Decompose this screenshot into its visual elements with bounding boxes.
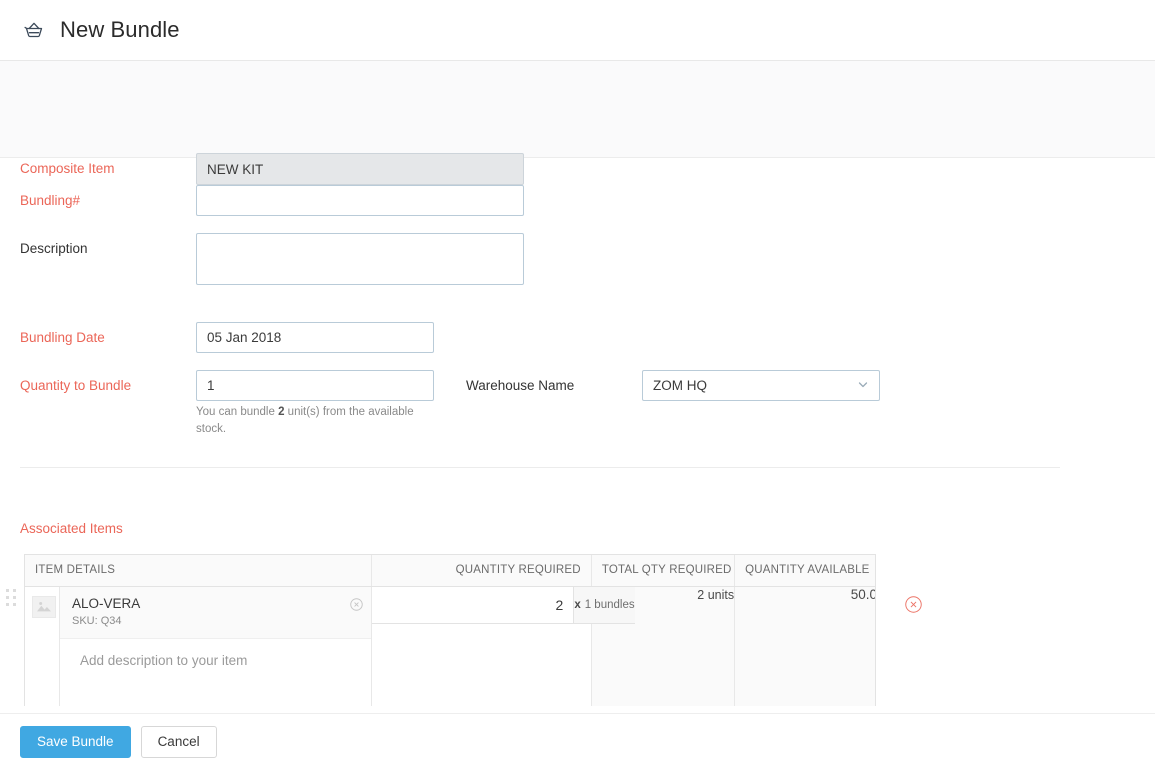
warehouse-name-value: ZOM HQ <box>653 378 707 393</box>
quantity-to-bundle-label: Quantity to Bundle <box>20 378 131 393</box>
associated-items-table-wrapper: ITEM DETAILS QUANTITY REQUIRED TOTAL QTY… <box>24 554 876 706</box>
item-description-input[interactable]: Add description to your item <box>60 639 371 668</box>
column-header-item-details: ITEM DETAILS <box>25 555 372 586</box>
item-details-cell: ALO-VERA SKU: Q34 Add description to you… <box>25 586 372 706</box>
composite-item-input[interactable]: NEW KIT <box>196 153 524 185</box>
bundling-date-input[interactable] <box>196 322 434 353</box>
image-placeholder-icon <box>32 596 56 618</box>
new-bundle-page: New Bundle Composite Item NEW KIT Bundli… <box>0 0 1155 769</box>
section-divider <box>20 467 1060 468</box>
multiply-symbol: x <box>574 599 580 611</box>
warehouse-name-label: Warehouse Name <box>466 378 574 393</box>
quantity-required-row: x 1 bundles <box>372 587 591 624</box>
column-header-quantity-required: QUANTITY REQUIRED <box>372 555 592 586</box>
associated-items-table: ITEM DETAILS QUANTITY REQUIRED TOTAL QTY… <box>25 555 876 706</box>
item-sku: SKU: Q34 <box>72 615 343 627</box>
table-header-row: ITEM DETAILS QUANTITY REQUIRED TOTAL QTY… <box>25 555 876 586</box>
quantity-available-value: 50.0 <box>851 587 876 602</box>
quantity-to-bundle-input[interactable] <box>196 370 434 401</box>
drag-handle-icon[interactable] <box>6 589 17 615</box>
column-header-total-qty-required: TOTAL QTY REQUIRED <box>591 555 734 586</box>
clear-circle-icon[interactable] <box>350 598 363 616</box>
total-qty-required-value: 2 units <box>697 588 734 602</box>
bundle-basket-icon <box>20 16 48 44</box>
description-textarea[interactable] <box>196 233 524 285</box>
stock-helper-text: You can bundle 2 unit(s) from the availa… <box>196 404 416 437</box>
item-name: ALO-VERA <box>72 596 343 613</box>
quantity-available-cell: 50.0 <box>735 586 876 706</box>
helper-prefix: You can bundle <box>196 406 278 418</box>
chevron-down-icon <box>857 378 869 393</box>
bundling-number-input[interactable] <box>196 185 524 216</box>
composite-item-band: Composite Item NEW KIT <box>0 61 1155 158</box>
item-body: ALO-VERA SKU: Q34 Add description to you… <box>60 587 371 668</box>
associated-items-title: Associated Items <box>20 521 123 536</box>
bundling-number-label: Bundling# <box>20 193 80 208</box>
quantity-required-suffix: x 1 bundles <box>574 587 634 624</box>
warehouse-name-select[interactable]: ZOM HQ <box>642 370 880 401</box>
page-title: New Bundle <box>60 17 180 43</box>
composite-item-label: Composite Item <box>20 161 115 176</box>
delete-circle-icon[interactable] <box>905 596 922 613</box>
page-header: New Bundle <box>0 0 1155 61</box>
save-bundle-button[interactable]: Save Bundle <box>20 726 131 758</box>
bundles-count-label: 1 bundles <box>585 599 635 611</box>
table-body: ALO-VERA SKU: Q34 Add description to you… <box>25 586 876 706</box>
item-name-block[interactable]: ALO-VERA SKU: Q34 <box>60 587 371 639</box>
quantity-required-input[interactable] <box>372 587 574 624</box>
cancel-button[interactable]: Cancel <box>141 726 217 758</box>
quantity-required-cell: x 1 bundles <box>372 586 592 706</box>
bundling-date-label: Bundling Date <box>20 330 105 345</box>
table-row: ALO-VERA SKU: Q34 Add description to you… <box>25 586 876 706</box>
description-label: Description <box>20 241 88 256</box>
table-header: ITEM DETAILS QUANTITY REQUIRED TOTAL QTY… <box>25 555 876 586</box>
page-footer: Save Bundle Cancel <box>0 713 1155 769</box>
item-thumbnail-column <box>25 587 60 707</box>
column-header-quantity-available: QUANTITY AVAILABLE <box>735 555 876 586</box>
